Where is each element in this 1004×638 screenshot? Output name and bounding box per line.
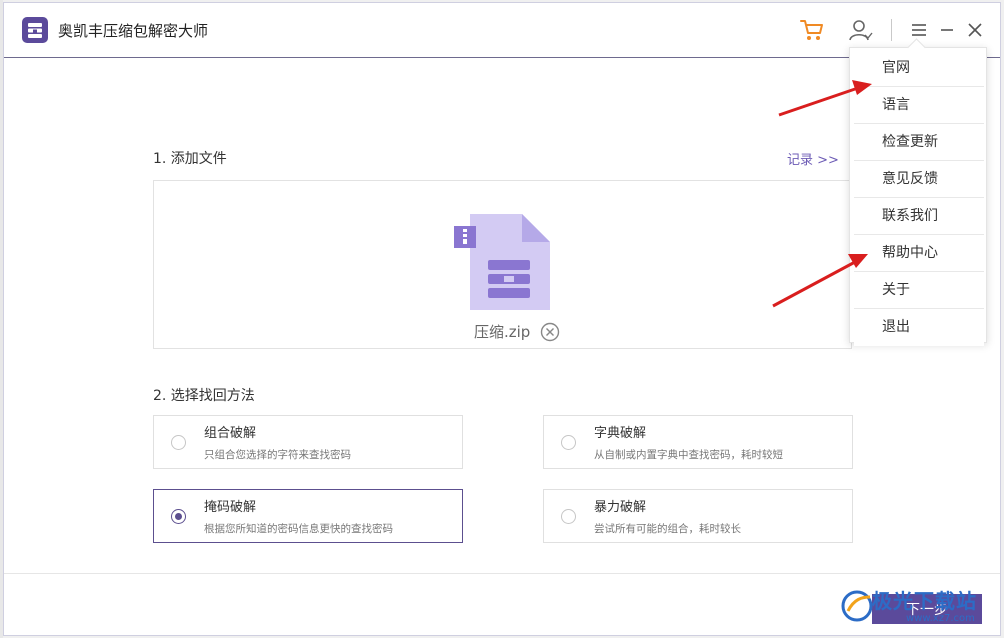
menu-item-website[interactable]: 官网 <box>854 50 984 87</box>
menu-item-feedback[interactable]: 意见反馈 <box>854 161 984 198</box>
menu-item-about[interactable]: 关于 <box>854 272 984 309</box>
method-radio[interactable] <box>171 435 186 450</box>
watermark-text: 极光下载站 <box>872 589 977 613</box>
close-icon[interactable] <box>962 17 988 43</box>
titlebar-separator <box>891 19 892 41</box>
watermark-logo-icon <box>841 590 873 622</box>
method-title: 字典破解 <box>594 426 647 441</box>
menu-icon[interactable] <box>906 17 932 43</box>
zip-file-icon <box>452 210 552 320</box>
method-desc: 只组合您选择的字符来查找密码 <box>204 449 351 461</box>
method-radio[interactable] <box>561 435 576 450</box>
section-add-file-title: 1. 添加文件 <box>153 151 227 167</box>
footer-divider <box>4 573 1000 574</box>
watermark-url: www.xz7.com <box>906 613 975 624</box>
menu-item-language[interactable]: 语言 <box>854 87 984 124</box>
main-menu-dropdown: 官网 语言 检查更新 意见反馈 联系我们 帮助中心 关于 退出 <box>849 47 987 346</box>
method-brute-force[interactable]: 暴力破解 尝试所有可能的组合，耗时较长 <box>543 489 853 543</box>
method-mask[interactable]: 掩码破解 根据您所知道的密码信息更快的查找密码 <box>153 489 463 543</box>
method-radio-selected[interactable] <box>171 509 186 524</box>
cart-icon[interactable] <box>799 17 825 43</box>
app-logo-icon <box>22 17 48 43</box>
watermark: 极光下载站 www.xz7.com <box>840 585 1000 635</box>
method-desc: 根据您所知道的密码信息更快的查找密码 <box>204 523 393 535</box>
records-link[interactable]: 记录 >> <box>787 149 839 168</box>
method-combination[interactable]: 组合破解 只组合您选择的字符来查找密码 <box>153 415 463 469</box>
method-desc: 从自制或内置字典中查找密码，耗时较短 <box>594 449 783 461</box>
method-radio[interactable] <box>561 509 576 524</box>
method-title: 掩码破解 <box>204 500 257 515</box>
app-title: 奥凯丰压缩包解密大师 <box>58 22 209 40</box>
minimize-icon[interactable] <box>934 17 960 43</box>
method-title: 组合破解 <box>204 426 257 441</box>
remove-file-icon[interactable] <box>540 322 560 342</box>
menu-item-contact[interactable]: 联系我们 <box>854 198 984 235</box>
user-icon[interactable] <box>847 17 873 43</box>
menu-item-check-update[interactable]: 检查更新 <box>854 124 984 161</box>
method-title: 暴力破解 <box>594 500 647 515</box>
selected-file: 压缩.zip <box>474 321 560 342</box>
file-drop-zone[interactable]: 压缩.zip <box>153 180 852 349</box>
section-method-title: 2. 选择找回方法 <box>153 388 255 404</box>
method-dictionary[interactable]: 字典破解 从自制或内置字典中查找密码，耗时较短 <box>543 415 853 469</box>
menu-item-exit[interactable]: 退出 <box>854 309 984 346</box>
method-desc: 尝试所有可能的组合，耗时较长 <box>594 523 741 535</box>
menu-item-help-center[interactable]: 帮助中心 <box>854 235 984 272</box>
file-name: 压缩.zip <box>474 323 531 341</box>
